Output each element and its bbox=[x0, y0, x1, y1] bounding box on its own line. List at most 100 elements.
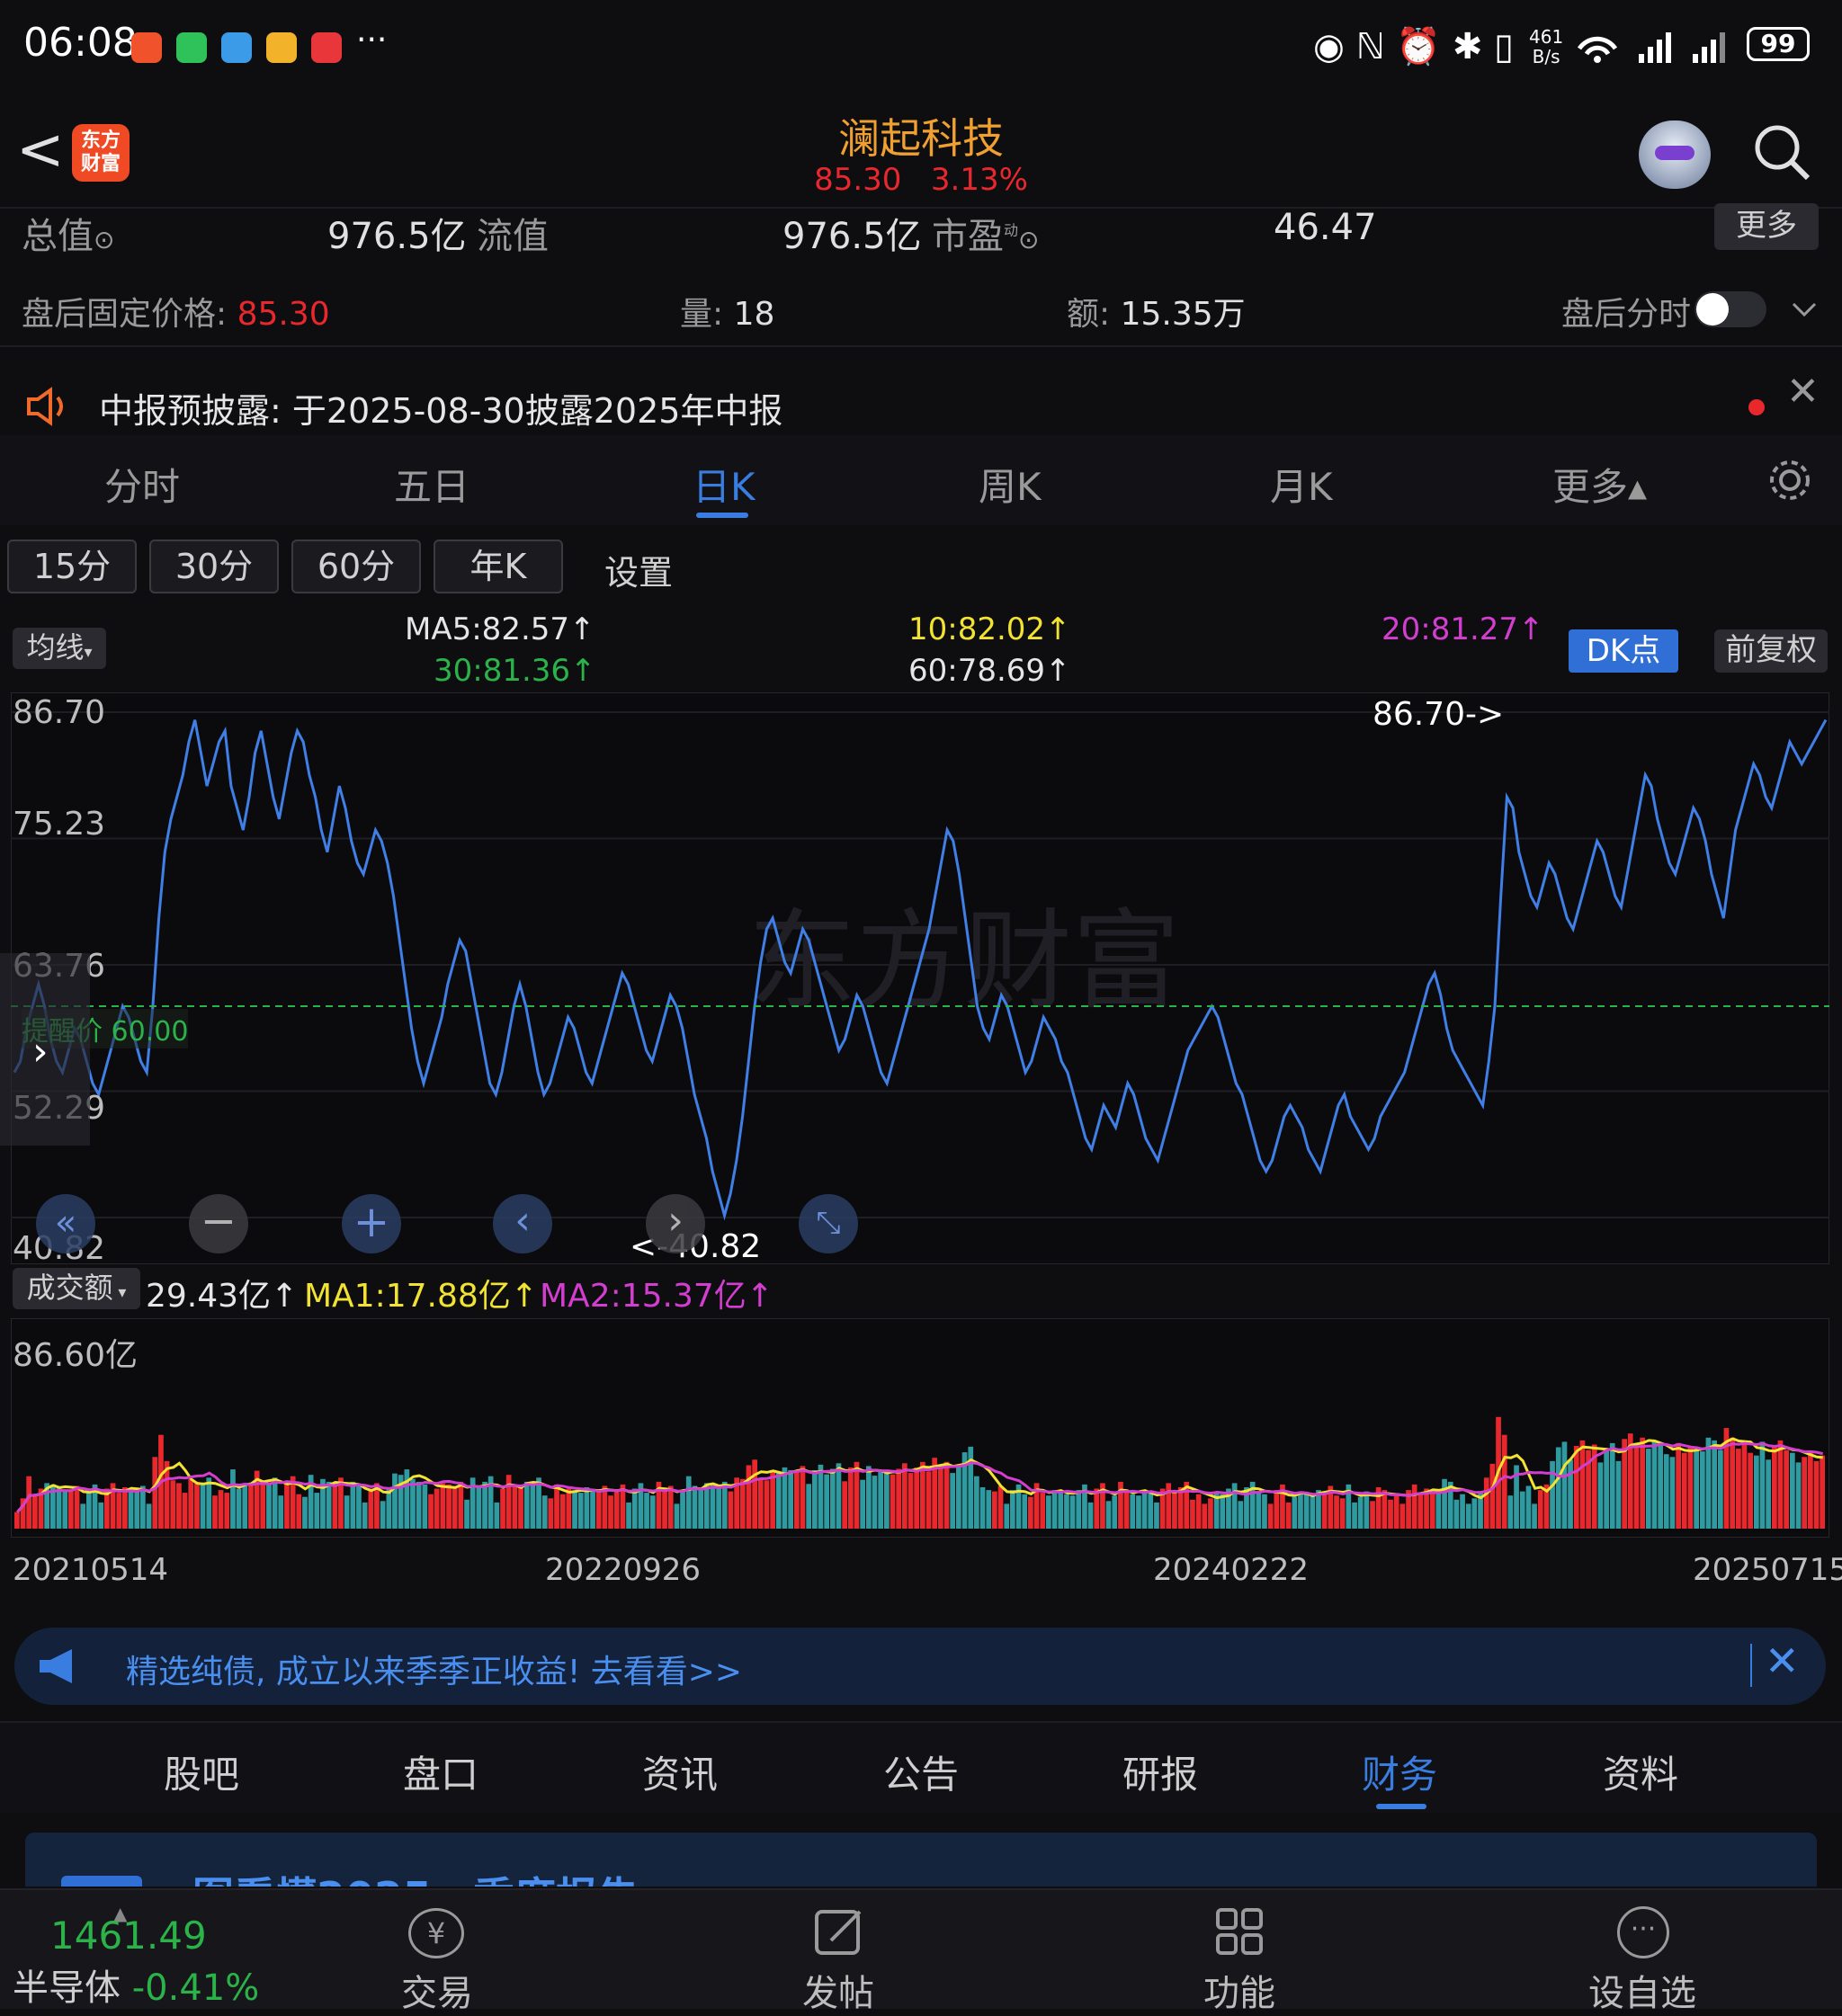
subtab-60min[interactable]: 60分 bbox=[291, 540, 421, 593]
volume-bar bbox=[1051, 1490, 1058, 1529]
apps-grid-icon[interactable] bbox=[1214, 1906, 1266, 1958]
volume-bar bbox=[794, 1471, 800, 1529]
dk-point-button[interactable]: DK点 bbox=[1569, 629, 1678, 673]
tab-more[interactable]: 更多▴ bbox=[1552, 457, 1647, 512]
network-speed: 461 B/s bbox=[1529, 26, 1564, 67]
tab-yanbao[interactable]: 研报 bbox=[1122, 1744, 1198, 1799]
watchlist-label[interactable]: 设自选 bbox=[1588, 1964, 1696, 2016]
volume-bar bbox=[775, 1473, 782, 1529]
tab-yuek[interactable]: 月K bbox=[1270, 457, 1333, 512]
tab-rik[interactable]: 日K bbox=[693, 457, 756, 512]
volume-bar bbox=[326, 1481, 332, 1529]
tab-ziliao[interactable]: 资料 bbox=[1603, 1744, 1678, 1799]
index-info[interactable]: 半导体 -0.41% bbox=[13, 1958, 259, 2011]
volume-bar bbox=[1615, 1460, 1622, 1529]
step-right-icon[interactable]: › bbox=[646, 1194, 705, 1253]
zoom-out-icon[interactable]: − bbox=[189, 1194, 248, 1253]
x-axis-date-4: 20250715 bbox=[1693, 1552, 1842, 1588]
volume-bar bbox=[631, 1488, 638, 1529]
ma20-value: 20:81.27↑ bbox=[1382, 611, 1544, 647]
volume-bar bbox=[1705, 1437, 1712, 1529]
volume-bar bbox=[548, 1498, 554, 1529]
post-label[interactable]: 发帖 bbox=[802, 1964, 874, 2016]
volume-bar bbox=[1802, 1457, 1807, 1529]
func-label[interactable]: 功能 bbox=[1203, 1964, 1275, 2016]
megaphone-icon bbox=[40, 1649, 72, 1683]
tab-zhouk[interactable]: 周K bbox=[979, 457, 1042, 512]
tab-wuri[interactable]: 五日 bbox=[394, 457, 469, 512]
volume-bar bbox=[1700, 1451, 1705, 1529]
volume-bar bbox=[1022, 1494, 1028, 1529]
volume-bar bbox=[1069, 1495, 1076, 1529]
volume-bar bbox=[314, 1493, 320, 1529]
volume-bar bbox=[170, 1480, 176, 1529]
volume-bar bbox=[572, 1491, 577, 1529]
volume-bar bbox=[986, 1490, 992, 1529]
gear-icon[interactable] bbox=[1766, 457, 1813, 504]
subtab-15min[interactable]: 15分 bbox=[7, 540, 137, 593]
volume-bar bbox=[1058, 1491, 1064, 1529]
tab-pankou[interactable]: 盘口 bbox=[403, 1744, 478, 1799]
rewind-icon[interactable]: « bbox=[36, 1194, 95, 1253]
notice-text[interactable]: 中报预披露: 于2025-08-30披露2025年中报 bbox=[99, 383, 782, 433]
ad-banner[interactable]: 精选纯债, 成立以来季季正收益! 去看看>> ✕ bbox=[14, 1628, 1826, 1705]
report-card-title[interactable]: 一图看懂2025一季度报告 bbox=[151, 1865, 639, 1887]
volume-bar bbox=[818, 1464, 824, 1529]
y-axis-top: 86.70 bbox=[13, 694, 106, 731]
tab-caiwu[interactable]: 财务 bbox=[1362, 1744, 1437, 1799]
stock-title[interactable]: 澜起科技 bbox=[0, 106, 1842, 165]
volume-bar bbox=[1442, 1478, 1447, 1529]
notice-close-icon[interactable]: ✕ bbox=[1786, 369, 1820, 415]
unread-dot bbox=[1748, 399, 1765, 415]
chevron-right-icon[interactable]: › bbox=[32, 1029, 49, 1075]
volume-bar bbox=[278, 1495, 284, 1529]
tab-zixun[interactable]: 资讯 bbox=[642, 1744, 718, 1799]
volume-bar bbox=[422, 1484, 428, 1529]
volume-ma1: MA1:17.88亿↑ bbox=[304, 1278, 538, 1315]
subtab-yeark[interactable]: 年K bbox=[434, 540, 563, 593]
ad-close-icon[interactable]: ✕ bbox=[1765, 1637, 1800, 1685]
volume-bar bbox=[1154, 1502, 1159, 1529]
more-options-icon[interactable]: ··· bbox=[1617, 1906, 1669, 1958]
subtab-30min[interactable]: 30分 bbox=[149, 540, 279, 593]
volume-bar bbox=[1262, 1494, 1267, 1529]
ad-text[interactable]: 精选纯债, 成立以来季季正收益! 去看看>> bbox=[126, 1646, 742, 1692]
index-value[interactable]: 1461.49 bbox=[50, 1913, 207, 1958]
price-chart[interactable]: 东方财富 bbox=[11, 692, 1829, 1264]
volume-bar bbox=[1772, 1446, 1777, 1529]
volume-bar bbox=[992, 1491, 997, 1529]
volume-bar bbox=[812, 1470, 818, 1529]
side-expand-panel[interactable]: › bbox=[0, 953, 90, 1146]
trade-icon[interactable]: ¥ bbox=[408, 1908, 464, 1958]
volume-bar bbox=[602, 1485, 608, 1529]
ma-selector[interactable]: 均线▾ bbox=[13, 628, 106, 669]
volume-bar bbox=[530, 1483, 536, 1529]
fullscreen-icon[interactable]: ⤡ bbox=[799, 1194, 858, 1253]
adjust-button[interactable]: 前复权 bbox=[1714, 629, 1828, 673]
volume-bar bbox=[146, 1503, 152, 1529]
tab-guba[interactable]: 股吧 bbox=[164, 1744, 239, 1799]
volume-bar bbox=[176, 1483, 182, 1529]
report-card[interactable]: 一图看懂2025一季度报告 bbox=[25, 1833, 1817, 1887]
more-stats-button[interactable]: 更多 bbox=[1714, 203, 1819, 250]
chevron-down-icon[interactable] bbox=[1790, 299, 1819, 320]
zoom-in-icon[interactable]: + bbox=[342, 1194, 401, 1253]
tab-gonggao[interactable]: 公告 bbox=[883, 1744, 959, 1799]
trade-label[interactable]: 交易 bbox=[401, 1964, 473, 2016]
volume-bar bbox=[1321, 1491, 1328, 1529]
subtab-settings[interactable]: 设置 bbox=[604, 545, 673, 594]
volume-bar bbox=[128, 1490, 134, 1529]
volume-bar bbox=[380, 1501, 386, 1529]
compose-icon[interactable] bbox=[813, 1906, 865, 1958]
after-hours-fixed: 盘后固定价格: 85.30 bbox=[22, 296, 330, 333]
volume-bar bbox=[997, 1485, 1004, 1529]
tab-fenshi[interactable]: 分时 bbox=[104, 457, 180, 512]
volume-bar bbox=[1166, 1483, 1172, 1529]
after-hours-toggle[interactable] bbox=[1694, 291, 1766, 327]
volume-bar bbox=[943, 1461, 950, 1529]
step-left-icon[interactable]: ‹ bbox=[493, 1194, 552, 1253]
robot-assistant-icon[interactable] bbox=[1639, 120, 1711, 189]
volume-selector[interactable]: 成交额 ▾ bbox=[13, 1268, 140, 1309]
volume-bar bbox=[746, 1465, 752, 1529]
search-icon[interactable] bbox=[1752, 122, 1811, 182]
